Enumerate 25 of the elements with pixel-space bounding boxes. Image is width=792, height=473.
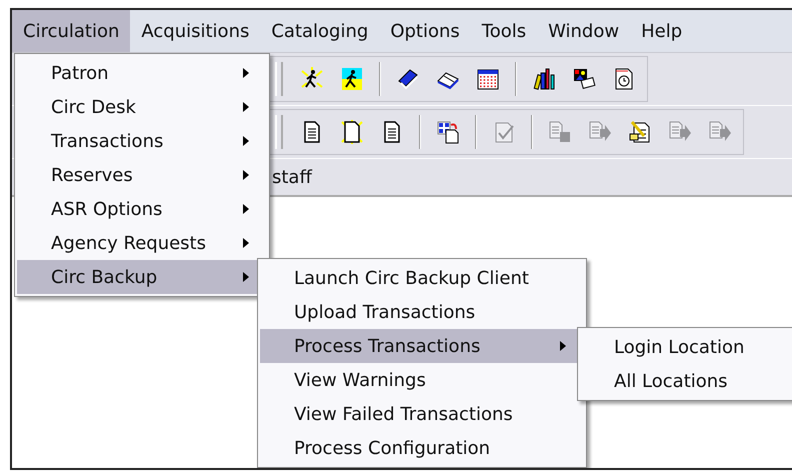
- submenu-arrow-icon: [243, 238, 249, 248]
- submenu-arrow-icon: [560, 341, 566, 351]
- submenu-arrow-icon: [243, 68, 249, 78]
- menu-bar-item[interactable]: Acquisitions: [130, 10, 260, 52]
- submenu-arrow-icon: [243, 204, 249, 214]
- menu-item[interactable]: Circ Desk: [17, 90, 267, 124]
- menu-item[interactable]: Upload Transactions: [260, 295, 584, 329]
- menu-item[interactable]: View Failed Transactions: [260, 397, 584, 431]
- menu-bar-item[interactable]: Options: [379, 10, 471, 52]
- submenu-arrow-icon: [243, 272, 249, 282]
- menu-bar-item[interactable]: Circulation: [12, 10, 130, 52]
- menu-item[interactable]: ASR Options: [17, 192, 267, 226]
- menu-bar-item[interactable]: Tools: [470, 10, 538, 52]
- menu-bar-item[interactable]: Help: [630, 10, 694, 52]
- menu-item[interactable]: Process Configuration: [260, 431, 584, 465]
- menu-item[interactable]: Reserves: [17, 158, 267, 192]
- submenu-arrow-icon: [243, 102, 249, 112]
- menu-bar-item[interactable]: Cataloging: [260, 10, 380, 52]
- submenu-arrow-icon: [243, 170, 249, 180]
- toolbar-grip[interactable]: [275, 62, 283, 96]
- status-text: staff: [272, 166, 312, 188]
- menu-bar-item[interactable]: Window: [537, 10, 630, 52]
- toolbar-grip[interactable]: [275, 115, 283, 149]
- submenu-arrow-icon: [243, 136, 249, 146]
- menu-item[interactable]: Agency Requests: [17, 226, 267, 260]
